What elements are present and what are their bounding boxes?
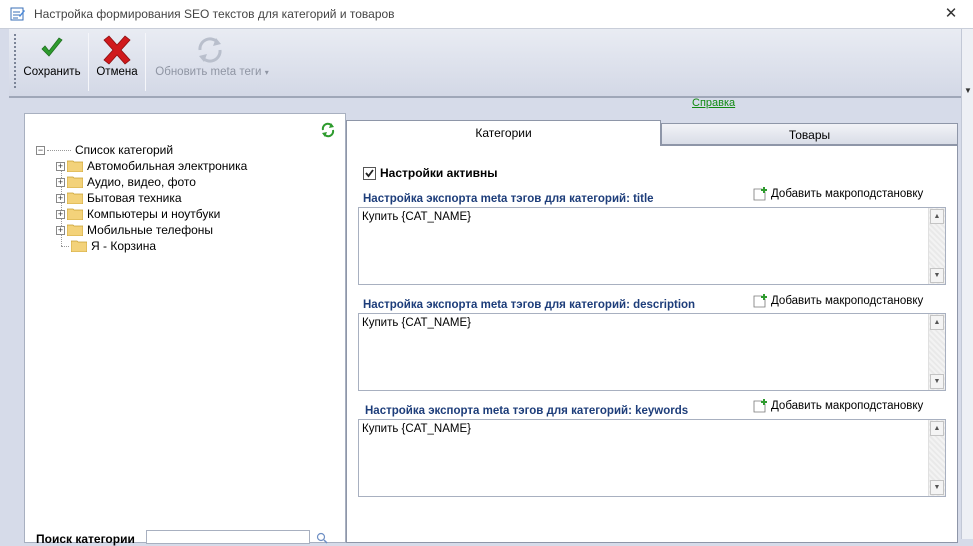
app-icon bbox=[10, 7, 25, 21]
add-macro-label: Добавить макроподстановку bbox=[771, 400, 924, 412]
tree-item-label: Мобильные телефоны bbox=[87, 223, 214, 237]
settings-active-label: Настройки активны bbox=[380, 166, 498, 180]
add-macro-button-description[interactable]: Добавить макроподстановку bbox=[753, 294, 923, 308]
checkmark-icon bbox=[365, 168, 374, 177]
section-title-title: Настройка экспорта meta тэгов для катего… bbox=[363, 193, 654, 205]
add-macro-icon bbox=[753, 187, 767, 201]
add-macro-label: Добавить макроподстановку bbox=[771, 188, 924, 200]
scroll-up-icon[interactable]: ▲ bbox=[930, 421, 944, 436]
add-macro-button-keywords[interactable]: Добавить макроподстановку bbox=[753, 399, 923, 413]
toolbar-grip[interactable] bbox=[14, 34, 16, 90]
toolbar-separator bbox=[145, 33, 146, 91]
scroll-down-icon[interactable]: ▼ bbox=[930, 480, 944, 495]
add-macro-icon bbox=[753, 399, 767, 413]
tree-item-label: Бытовая техника bbox=[87, 191, 182, 205]
add-macro-button-title[interactable]: Добавить макроподстановку bbox=[753, 187, 923, 201]
settings-tab-area: Категории Товары Настройки активны Настр… bbox=[346, 120, 958, 543]
tab-body: Настройки активны Настройка экспорта met… bbox=[346, 145, 958, 543]
update-meta-text: Обновить meta теги bbox=[155, 66, 262, 78]
tree-item[interactable]: + Аудио, видео, фото bbox=[56, 174, 196, 190]
section-title-description: Настройка экспорта meta тэгов для катего… bbox=[363, 299, 696, 311]
tree-item[interactable]: + Компьютеры и ноутбуки bbox=[56, 206, 220, 222]
expand-icon[interactable]: + bbox=[56, 209, 65, 219]
textarea-scrollbar[interactable]: ▲ ▼ bbox=[928, 420, 945, 496]
tab-categories[interactable]: Категории bbox=[346, 120, 661, 146]
toolbar: Сохранить Отмена Обновить meta теги ▾ bbox=[9, 29, 961, 97]
cancel-button[interactable]: Отмена bbox=[91, 29, 143, 95]
folder-icon bbox=[71, 240, 87, 252]
tree-item-label: Аудио, видео, фото bbox=[87, 175, 196, 189]
help-link[interactable]: Справка bbox=[692, 97, 735, 109]
tree-connector bbox=[61, 245, 69, 247]
tree-root[interactable]: − Список категорий bbox=[36, 142, 173, 158]
folder-icon bbox=[67, 208, 83, 220]
refresh-icon bbox=[198, 37, 222, 63]
expand-icon[interactable]: + bbox=[56, 177, 65, 187]
folder-icon bbox=[67, 192, 83, 204]
dropdown-arrow-icon: ▾ bbox=[264, 68, 269, 77]
update-meta-button[interactable]: Обновить meta теги ▾ bbox=[149, 29, 275, 95]
window-right-strip: ▼ bbox=[961, 29, 973, 539]
scroll-down-icon[interactable]: ▼ bbox=[930, 268, 944, 283]
search-label: Поиск категории bbox=[36, 532, 135, 546]
scroll-up-icon[interactable]: ▲ bbox=[930, 315, 944, 330]
add-macro-icon bbox=[753, 294, 767, 308]
tree-item[interactable]: + Автомобильная электроника bbox=[56, 158, 247, 174]
folder-icon bbox=[67, 176, 83, 188]
keywords-textarea[interactable]: Купить {CAT_NAME} ▲ ▼ bbox=[358, 419, 946, 497]
textarea-scrollbar[interactable]: ▲ ▼ bbox=[928, 208, 945, 284]
title-textarea-value: Купить {CAT_NAME} bbox=[362, 211, 472, 223]
cancel-x-icon bbox=[103, 35, 131, 65]
tree-item-label: Компьютеры и ноутбуки bbox=[87, 207, 221, 221]
cancel-button-label: Отмена bbox=[96, 66, 138, 78]
settings-active-row[interactable]: Настройки активны bbox=[363, 166, 497, 180]
folder-icon bbox=[67, 160, 83, 172]
tab-products[interactable]: Товары bbox=[661, 123, 958, 145]
section-title-keywords: Настройка экспорта meta тэгов для катего… bbox=[365, 405, 689, 417]
window-title: Настройка формирования SEO текстов для к… bbox=[34, 7, 395, 21]
collapse-icon[interactable]: − bbox=[36, 145, 45, 155]
tree-root-label: Список категорий bbox=[75, 143, 174, 157]
tree-item[interactable]: + Мобильные телефоны bbox=[56, 222, 213, 238]
title-textarea[interactable]: Купить {CAT_NAME} ▲ ▼ bbox=[358, 207, 946, 285]
scroll-down-icon[interactable]: ▼ bbox=[930, 374, 944, 389]
toolbar-separator bbox=[88, 33, 89, 91]
save-button-label: Сохранить bbox=[23, 66, 81, 78]
tree-item-label: Я - Корзина bbox=[91, 239, 157, 253]
tree-item[interactable]: + Бытовая техника bbox=[56, 190, 182, 206]
refresh-icon[interactable] bbox=[320, 122, 336, 138]
tree-item[interactable]: Я - Корзина bbox=[61, 238, 156, 254]
search-input[interactable] bbox=[146, 530, 310, 544]
close-icon[interactable]: ✕ bbox=[942, 5, 960, 23]
checkmark-icon bbox=[41, 37, 63, 57]
save-button[interactable]: Сохранить bbox=[19, 29, 85, 95]
tree-item-label: Автомобильная электроника bbox=[87, 159, 248, 173]
expand-icon[interactable]: + bbox=[56, 161, 65, 171]
tree-connector bbox=[47, 149, 71, 151]
folder-icon bbox=[67, 224, 83, 236]
textarea-scrollbar[interactable]: ▲ ▼ bbox=[928, 314, 945, 390]
scroll-up-icon[interactable]: ▲ bbox=[930, 209, 944, 224]
add-macro-label: Добавить макроподстановку bbox=[771, 295, 924, 307]
expand-icon[interactable]: + bbox=[56, 225, 65, 235]
chevron-down-icon[interactable]: ▼ bbox=[964, 86, 972, 95]
update-meta-button-label: Обновить meta теги ▾ bbox=[149, 66, 275, 78]
keywords-textarea-value: Купить {CAT_NAME} bbox=[362, 423, 472, 435]
description-textarea-value: Купить {CAT_NAME} bbox=[362, 317, 472, 329]
expand-icon[interactable]: + bbox=[56, 193, 65, 203]
description-textarea[interactable]: Купить {CAT_NAME} ▲ ▼ bbox=[358, 313, 946, 391]
search-icon[interactable] bbox=[316, 532, 328, 544]
window-titlebar: Настройка формирования SEO текстов для к… bbox=[0, 0, 973, 29]
settings-active-checkbox[interactable] bbox=[363, 166, 376, 180]
